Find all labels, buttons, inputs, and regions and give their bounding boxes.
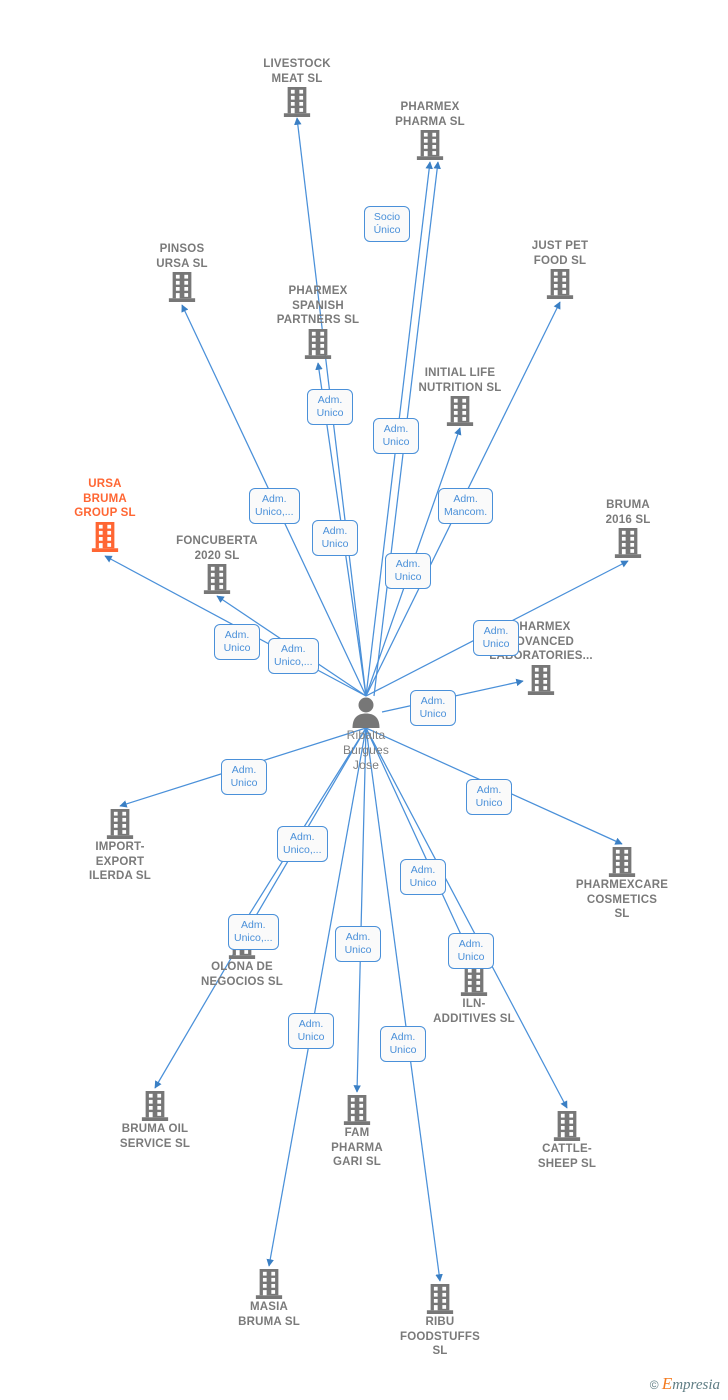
network-diagram-canvas: LIVESTOCK MEAT SL PHARMEX PHARMA SL PINSOS… xyxy=(0,0,728,1400)
building-icon xyxy=(553,1111,581,1141)
edge-label-el-pharmexcare[interactable]: Adm. Unico xyxy=(466,779,512,815)
edge-label-el-iln[interactable]: Adm. Unico xyxy=(400,859,446,895)
building-icon xyxy=(91,521,119,552)
edge-label-el-ursa-group[interactable]: Adm. Unico,... xyxy=(268,638,319,674)
building-icon xyxy=(304,328,332,359)
edge-label-el-pharma2[interactable]: Adm. Unico xyxy=(385,553,431,589)
node-cattle-sheep[interactable]: CATTLE- SHEEP SL xyxy=(502,1110,632,1171)
node-label-masia-bruma: MASIA BRUMA SL xyxy=(238,1301,300,1328)
node-label-ribu-foodstuffs: RIBU FOODSTUFFS SL xyxy=(400,1316,480,1357)
building-icon xyxy=(141,1091,169,1121)
edge-label-el-livestock[interactable]: Adm. Unico xyxy=(312,520,358,556)
building-icon xyxy=(203,564,231,594)
node-livestock-meat[interactable]: LIVESTOCK MEAT SL xyxy=(232,57,362,118)
node-iln-additives[interactable]: ILN- ADDITIVES SL xyxy=(409,965,539,1026)
edge-label-el-mancom[interactable]: Adm. Mancom. xyxy=(438,488,494,524)
edge-label-el-brumaoil[interactable]: Adm. Unico xyxy=(288,1013,334,1049)
building-icon xyxy=(614,528,642,558)
node-label-import-export-ilerda: IMPORT- EXPORT ILERDA SL xyxy=(88,841,152,882)
node-label-bruma-oil-service: BRUMA OIL SERVICE SL xyxy=(119,1123,191,1150)
node-pharmex-pharma[interactable]: PHARMEX PHARMA SL xyxy=(365,100,495,161)
building-icon xyxy=(608,847,636,877)
edge-label-el-olona[interactable]: Adm. Unico,... xyxy=(228,914,279,950)
node-pinsos-ursa[interactable]: PINSOS URSA SL xyxy=(117,242,247,303)
building-icon xyxy=(546,269,574,299)
edge-label-el-fam[interactable]: Adm. Unico xyxy=(335,926,381,962)
building-icon xyxy=(168,272,196,302)
edge-label-el-olona-top[interactable]: Adm. Unico,... xyxy=(277,826,328,862)
node-label-bruma-2016: BRUMA 2016 SL xyxy=(605,499,651,526)
node-label-foncuberta-2020: FONCUBERTA 2020 SL xyxy=(176,535,258,562)
node-label-pharmex-spanish: PHARMEX SPANISH PARTNERS SL xyxy=(276,285,360,326)
node-label-center-person: Ribalta Burgues Jose xyxy=(342,728,390,772)
edge-label-el-cattle[interactable]: Adm. Unico xyxy=(448,933,494,969)
node-label-pharmexcare-cosmetics: PHARMEXCARE COSMETICS SL xyxy=(575,879,669,920)
brand-name: mpresia xyxy=(672,1377,720,1393)
edge-label-el-pharmex-sp[interactable]: Adm. Unico xyxy=(307,389,353,425)
building-icon xyxy=(106,809,134,839)
node-foncuberta-2020[interactable]: FONCUBERTA 2020 SL xyxy=(152,534,282,595)
node-label-livestock-meat: LIVESTOCK MEAT SL xyxy=(263,58,331,85)
building-icon xyxy=(446,396,474,426)
edge-label-el-socio-unico[interactable]: Socio Único xyxy=(364,206,410,242)
node-label-iln-additives: ILN- ADDITIVES SL xyxy=(433,998,515,1025)
node-label-fam-pharma-gari: FAM PHARMA GARI SL xyxy=(331,1127,383,1168)
building-icon xyxy=(343,1095,371,1125)
node-label-olona-negocios: OLONA DE NEGOCIOS SL xyxy=(200,961,284,988)
edge-label-el-foncuberta[interactable]: Adm. Unico xyxy=(214,624,260,660)
node-label-cattle-sheep: CATTLE- SHEEP SL xyxy=(537,1143,597,1170)
node-label-just-pet-food: JUST PET FOOD SL xyxy=(531,240,589,267)
edge-label-el-import[interactable]: Adm. Unico xyxy=(221,759,267,795)
edge-label-el-pinsos[interactable]: Adm. Unico,... xyxy=(249,488,300,524)
node-ribu-foodstuffs[interactable]: RIBU FOODSTUFFS SL xyxy=(375,1283,505,1359)
edge-label-el-bruma2016[interactable]: Adm. Unico xyxy=(473,620,519,656)
person-icon xyxy=(352,697,380,728)
node-just-pet-food[interactable]: JUST PET FOOD SL xyxy=(495,239,625,300)
node-bruma-2016[interactable]: BRUMA 2016 SL xyxy=(563,498,693,559)
edge-label-el-pharmexadv[interactable]: Adm. Unico xyxy=(410,690,456,726)
node-import-export-ilerda[interactable]: IMPORT- EXPORT ILERDA SL xyxy=(55,808,185,884)
building-icon xyxy=(426,1284,454,1314)
building-icon xyxy=(416,130,444,160)
building-icon xyxy=(255,1269,283,1299)
node-pharmexcare-cosmetics[interactable]: PHARMEXCARE COSMETICS SL xyxy=(557,846,687,922)
edge-label-el-initial-life[interactable]: Adm. Unico xyxy=(373,418,419,454)
node-ursa-bruma-group[interactable]: URSA BRUMA GROUP SL xyxy=(40,477,170,553)
brand-initial: E xyxy=(661,1374,673,1393)
edge-label-el-masia[interactable]: Adm. Unico xyxy=(380,1026,426,1062)
node-label-pinsos-ursa: PINSOS URSA SL xyxy=(156,243,208,270)
node-bruma-oil-service[interactable]: BRUMA OIL SERVICE SL xyxy=(90,1090,220,1151)
copyright-symbol: © xyxy=(649,1378,659,1392)
building-icon xyxy=(527,664,555,695)
node-label-initial-life: INITIAL LIFE NUTRITION SL xyxy=(418,367,502,394)
node-fam-pharma-gari[interactable]: FAM PHARMA GARI SL xyxy=(292,1094,422,1170)
building-icon xyxy=(283,87,311,117)
node-masia-bruma[interactable]: MASIA BRUMA SL xyxy=(204,1268,334,1329)
building-icon xyxy=(460,966,488,996)
node-label-pharmex-pharma: PHARMEX PHARMA SL xyxy=(395,101,465,128)
node-label-ursa-bruma-group: URSA BRUMA GROUP SL xyxy=(74,478,136,519)
empresia-watermark: © Empresia xyxy=(650,1374,720,1394)
node-pharmex-spanish[interactable]: PHARMEX SPANISH PARTNERS SL xyxy=(253,284,383,360)
